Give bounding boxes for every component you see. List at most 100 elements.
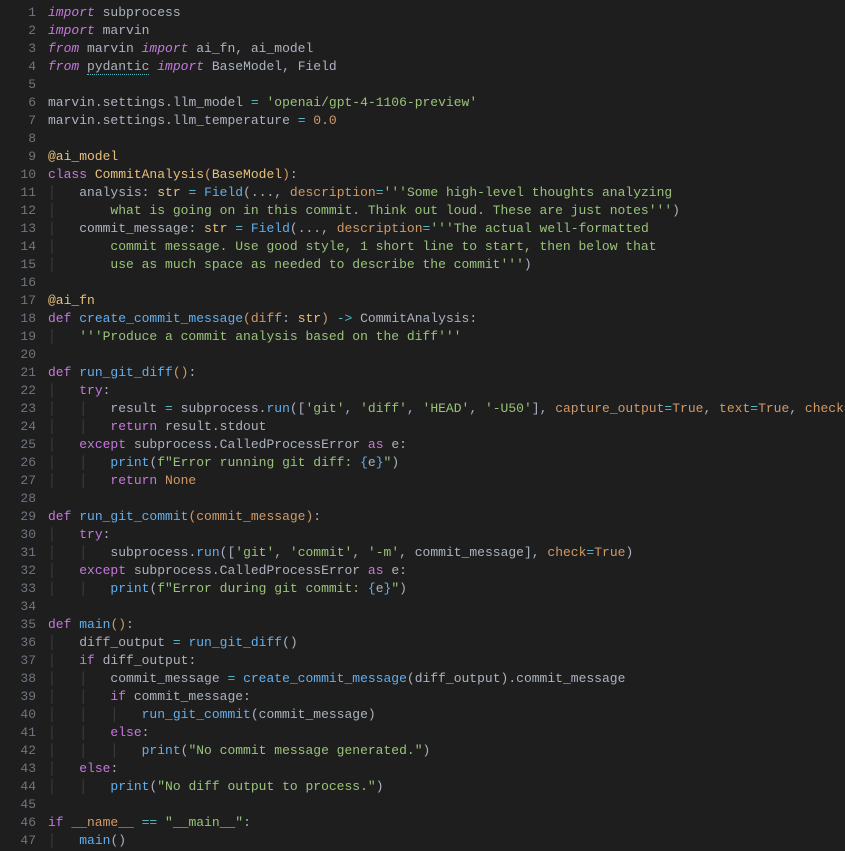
code-token: : [142,725,150,740]
code-line[interactable]: │ │ print(f"Error running git diff: {e}"… [48,454,845,472]
code-token: CalledProcessError [220,563,360,578]
line-number: 38 [0,670,36,688]
code-editor[interactable]: 1234567891011121314151617181920212223242… [0,0,845,850]
code-line[interactable]: │ analysis: str = Field(..., description… [48,184,845,202]
code-line[interactable]: marvin.settings.llm_temperature = 0.0 [48,112,845,130]
code-line[interactable]: │ │ print("No diff output to process.") [48,778,845,796]
code-line[interactable]: @ai_fn [48,292,845,310]
code-line[interactable]: │ │ return result.stdout [48,418,845,436]
code-token: BaseModel [212,59,282,74]
code-line[interactable] [48,346,845,364]
code-token: what is going on in this commit. Think o… [79,203,672,218]
code-line[interactable]: from marvin import ai_fn, ai_model [48,40,845,58]
code-token: () [110,617,126,632]
code-token: : [243,815,251,830]
code-token: │ [48,185,79,200]
code-token: settings [103,95,165,110]
code-token: description [337,221,423,236]
code-line[interactable]: import subprocess [48,4,845,22]
code-line[interactable]: │ │ result = subprocess.run(['git', 'dif… [48,400,845,418]
code-line[interactable]: │ what is going on in this commit. Think… [48,202,845,220]
code-line[interactable]: if __name__ == "__main__": [48,814,845,832]
code-token: True [758,401,789,416]
code-line[interactable]: │ use as much space as needed to describ… [48,256,845,274]
code-line[interactable]: │ except subprocess.CalledProcessError a… [48,562,845,580]
code-token: import [142,41,197,56]
code-line[interactable] [48,76,845,94]
code-token: = [181,185,204,200]
code-token: diff_output [103,653,189,668]
code-token: , [274,545,290,560]
code-line[interactable]: │ │ print(f"Error during git commit: {e}… [48,580,845,598]
code-token: run_git_commit [142,707,251,722]
code-token: │ [48,761,79,776]
code-line[interactable] [48,598,845,616]
line-number: 34 [0,598,36,616]
code-token: , [274,185,290,200]
code-token: pydantic [87,59,149,75]
code-line[interactable]: │ │ │ run_git_commit(commit_message) [48,706,845,724]
code-line[interactable]: def create_commit_message(diff: str) -> … [48,310,845,328]
line-number: 7 [0,112,36,130]
code-line[interactable]: │ │ commit_message = create_commit_messa… [48,670,845,688]
line-number: 36 [0,634,36,652]
code-token: Field [298,59,337,74]
code-line[interactable]: def run_git_diff(): [48,364,845,382]
code-token: "No diff output to process." [157,779,375,794]
code-token: ... [298,221,321,236]
code-line[interactable]: def main(): [48,616,845,634]
code-line[interactable]: │ │ else: [48,724,845,742]
code-line[interactable]: │ try: [48,526,845,544]
line-number: 40 [0,706,36,724]
code-line[interactable]: @ai_model [48,148,845,166]
code-token: 'git' [305,401,344,416]
code-line[interactable]: │ commit_message: str = Field(..., descr… [48,220,845,238]
code-token: BaseModel [212,167,282,182]
code-line[interactable]: │ │ if commit_message: [48,688,845,706]
code-token: 'openai/gpt-4-1106-preview' [266,95,477,110]
code-line[interactable] [48,130,845,148]
code-token: │ [48,527,79,542]
code-token: use as much space as needed to describe … [79,257,524,272]
code-line[interactable]: │ else: [48,760,845,778]
code-token: commit_message [110,671,227,686]
code-token: ( [243,311,251,326]
code-line[interactable]: │ if diff_output: [48,652,845,670]
code-line[interactable]: │ '''Produce a commit analysis based on … [48,328,845,346]
code-line[interactable]: marvin.settings.llm_model = 'openai/gpt-… [48,94,845,112]
code-line[interactable]: │ main() [48,832,845,850]
code-line[interactable] [48,274,845,292]
code-token: print [110,581,149,596]
code-token: CommitAnalysis [95,167,204,182]
code-token: │ │ [48,581,110,596]
code-area[interactable]: import subprocessimport marvinfrom marvi… [48,4,845,850]
code-line[interactable]: import marvin [48,22,845,40]
code-token: , [282,59,298,74]
code-token: '-m' [368,545,399,560]
code-token: def [48,509,79,524]
line-number: 35 [0,616,36,634]
code-line[interactable]: def run_git_commit(commit_message): [48,508,845,526]
code-line[interactable]: │ except subprocess.CalledProcessError a… [48,436,845,454]
code-token: , [345,401,361,416]
code-token: . [165,95,173,110]
code-line[interactable] [48,490,845,508]
code-line[interactable]: │ │ return None [48,472,845,490]
code-token: if [48,815,71,830]
code-line[interactable]: │ │ │ print("No commit message generated… [48,742,845,760]
code-line[interactable]: │ commit message. Use good style, 1 shor… [48,238,845,256]
code-token: ( [251,707,259,722]
line-number: 22 [0,382,36,400]
code-line[interactable]: │ │ subprocess.run(['git', 'commit', '-m… [48,544,845,562]
code-line[interactable] [48,796,845,814]
code-token: ] [524,545,532,560]
code-token: result [165,419,212,434]
code-line[interactable]: class CommitAnalysis(BaseModel): [48,166,845,184]
code-token: commit_message [134,689,243,704]
code-line[interactable]: │ try: [48,382,845,400]
code-line[interactable]: │ diff_output = run_git_diff() [48,634,845,652]
code-token: . [212,563,220,578]
code-token: Field [251,221,290,236]
code-line[interactable]: from pydantic import BaseModel, Field [48,58,845,76]
code-token: result [110,401,165,416]
